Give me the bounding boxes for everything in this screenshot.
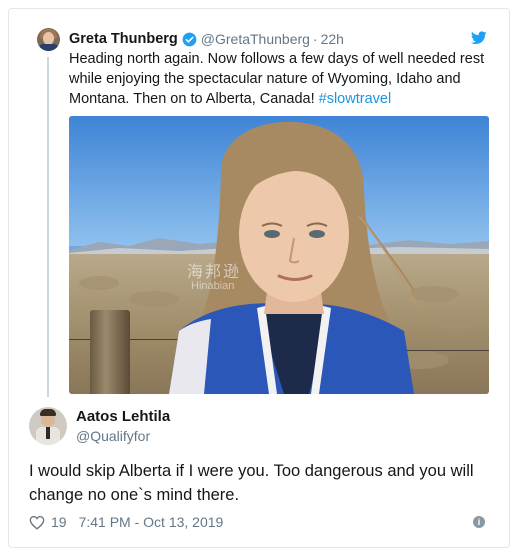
greta-avatar[interactable]	[37, 28, 60, 51]
reply-author-name[interactable]: Aatos Lehtila	[76, 408, 170, 425]
reply-tweet-text: I would skip Alberta if I were you. Too …	[29, 462, 474, 504]
girl-portrait	[169, 121, 418, 394]
reply-timestamp[interactable]: 7:41 PM - Oct 13, 2019	[79, 514, 224, 530]
reply-footer: 19 7:41 PM - Oct 13, 2019	[29, 513, 223, 531]
quoted-tweet-body: Heading north again. Now follows a few d…	[69, 51, 485, 107]
quoted-tweet-text: Heading north again. Now follows a few d…	[69, 49, 489, 109]
twitter-bird-icon[interactable]	[471, 31, 487, 45]
fence-post	[90, 310, 130, 394]
separator-dot: ·	[312, 31, 318, 47]
tweet-photo[interactable]: 海邦逊 Hinabian	[69, 116, 489, 394]
quoted-tweet-time[interactable]: 22h	[321, 31, 344, 47]
reply-author-handle[interactable]: @Qualifyfor	[76, 428, 150, 444]
like-count[interactable]: 19	[51, 514, 67, 530]
hashtag-link[interactable]: #slowtravel	[319, 91, 392, 107]
aatos-avatar[interactable]	[29, 407, 67, 445]
heart-icon[interactable]	[29, 515, 45, 530]
quoted-tweet-header: Greta Thunberg @GretaThunberg · 22h	[69, 30, 344, 48]
quoted-author-name[interactable]: Greta Thunberg	[69, 31, 178, 47]
quoted-author-handle[interactable]: @GretaThunberg	[201, 31, 310, 47]
photo-watermark-sub: Hinabian	[191, 280, 235, 292]
photo-watermark: 海邦逊	[187, 264, 242, 281]
info-icon[interactable]: i	[473, 516, 485, 528]
verified-badge-icon	[182, 32, 197, 46]
thread-connector-line	[47, 57, 49, 397]
